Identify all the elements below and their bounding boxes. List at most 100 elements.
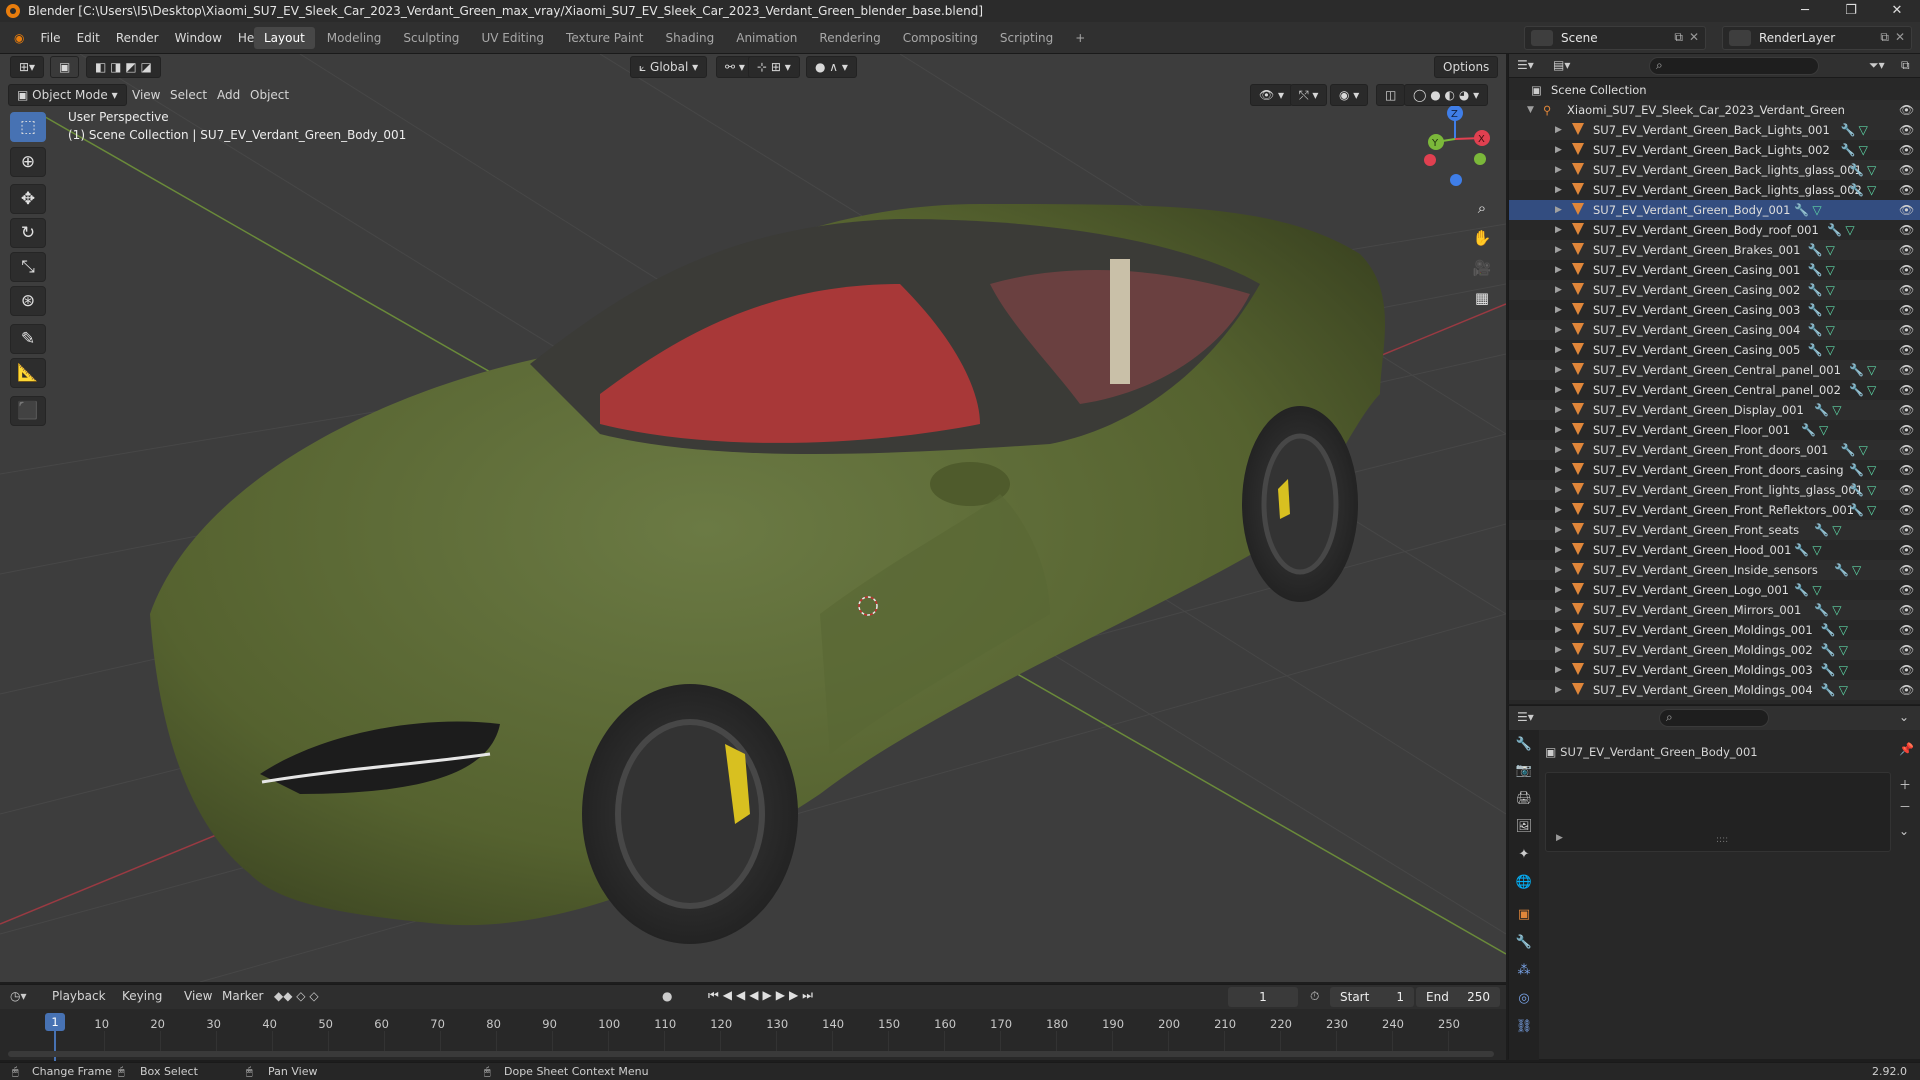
mesh-data-icon[interactable]: ▽ xyxy=(1845,220,1854,240)
transform-tool[interactable]: ⊛ xyxy=(10,286,46,316)
outliner-item[interactable]: ▶ SU7_EV_Verdant_Green_Casing_002 🔧 ▽ 👁 xyxy=(1509,280,1920,300)
expand-triangle-icon[interactable]: ▶ xyxy=(1555,600,1562,620)
remove-slot-button[interactable]: － xyxy=(1899,798,1911,815)
physics-tab-icon[interactable]: ◎ xyxy=(1513,988,1535,1010)
mesh-data-icon[interactable]: ▽ xyxy=(1859,440,1868,460)
outliner-item[interactable]: ▶ SU7_EV_Verdant_Green_Moldings_001 🔧 ▽ 👁 xyxy=(1509,620,1920,640)
modifier-icon[interactable]: 🔧 xyxy=(1849,160,1864,180)
outliner-item[interactable]: ▶ SU7_EV_Verdant_Green_Casing_001 🔧 ▽ 👁 xyxy=(1509,260,1920,280)
expand-triangle-icon[interactable]: ▶ xyxy=(1555,480,1562,500)
workspace-tab-rendering[interactable]: Rendering xyxy=(809,27,890,49)
expand-triangle-icon[interactable]: ▶ xyxy=(1555,440,1562,460)
menu-window[interactable]: Window xyxy=(167,22,230,54)
expand-triangle-icon[interactable]: ▶ xyxy=(1555,360,1562,380)
eye-icon[interactable]: 👁 xyxy=(1899,520,1914,540)
modifier-icon[interactable]: 🔧 xyxy=(1849,380,1864,400)
world-tab-icon[interactable]: 🌐 xyxy=(1513,872,1535,894)
eye-icon[interactable]: 👁 xyxy=(1899,300,1914,320)
mesh-data-icon[interactable]: ▽ xyxy=(1867,160,1876,180)
mesh-data-icon[interactable]: ▽ xyxy=(1839,660,1848,680)
outliner-item[interactable]: ▶ SU7_EV_Verdant_Green_Back_lights_glass_… xyxy=(1509,180,1920,200)
outliner-search-input[interactable]: ⌕ xyxy=(1649,57,1819,75)
properties-editor-type-icon[interactable]: ☰▾ xyxy=(1517,710,1534,724)
expand-triangle-icon[interactable]: ▶ xyxy=(1555,160,1562,180)
eye-icon[interactable]: 👁 xyxy=(1899,160,1914,180)
mesh-data-icon[interactable]: ▽ xyxy=(1812,580,1821,600)
workspace-tab-uv-editing[interactable]: UV Editing xyxy=(471,27,554,49)
delete-scene-icon[interactable]: ✕ xyxy=(1689,30,1699,44)
new-scene-icon[interactable]: ⧉ xyxy=(1674,30,1683,45)
mesh-data-icon[interactable]: ▽ xyxy=(1867,460,1876,480)
mesh-data-icon[interactable]: ▽ xyxy=(1832,600,1841,620)
playhead[interactable]: 1 xyxy=(45,1013,65,1031)
eye-icon[interactable]: 👁 xyxy=(1899,360,1914,380)
menu-edit[interactable]: Edit xyxy=(69,22,108,54)
outliner-item[interactable]: ▶ SU7_EV_Verdant_Green_Moldings_004 🔧 ▽ 👁 xyxy=(1509,680,1920,700)
chevron-down-icon[interactable]: ⌄ xyxy=(1899,710,1909,724)
viewport-menu-select[interactable]: Select xyxy=(170,84,207,106)
cursor-tool[interactable]: ⊕ xyxy=(10,147,46,177)
annotate-tool[interactable]: ✎ xyxy=(10,324,46,354)
modifier-icon[interactable]: 🔧 xyxy=(1794,540,1809,560)
modifier-icon[interactable]: 🔧 xyxy=(1849,480,1864,500)
resize-handle-icon[interactable]: :::: xyxy=(1716,835,1728,845)
workspace-tab-animation[interactable]: Animation xyxy=(726,27,807,49)
expand-triangle-icon[interactable]: ▶ xyxy=(1555,300,1562,320)
mesh-data-icon[interactable]: ▽ xyxy=(1867,500,1876,520)
modifier-icon[interactable]: 🔧 xyxy=(1849,360,1864,380)
expand-triangle-icon[interactable]: ▶ xyxy=(1555,280,1562,300)
shading-modes[interactable]: ◯ ● ◐ ◕ ▾ xyxy=(1404,84,1489,106)
collapse-triangle-icon[interactable]: ▼ xyxy=(1527,100,1534,120)
modifier-icon[interactable]: 🔧 xyxy=(1794,200,1809,220)
keyframe-buttons[interactable]: ◆◆ ◇ ◇ xyxy=(274,989,319,1003)
outliner-item[interactable]: ▶ SU7_EV_Verdant_Green_Casing_004 🔧 ▽ 👁 xyxy=(1509,320,1920,340)
outliner-item[interactable]: ▶ SU7_EV_Verdant_Green_Brakes_001 🔧 ▽ 👁 xyxy=(1509,240,1920,260)
mesh-data-icon[interactable]: ▽ xyxy=(1859,120,1868,140)
outliner-item[interactable]: ▶ SU7_EV_Verdant_Green_Floor_001 🔧 ▽ 👁 xyxy=(1509,420,1920,440)
tool-tab-icon[interactable]: 🔧 xyxy=(1513,734,1535,756)
outliner-item[interactable]: ▶ SU7_EV_Verdant_Green_Front_Reflektors_0… xyxy=(1509,500,1920,520)
expand-triangle-icon[interactable]: ▶ xyxy=(1555,340,1562,360)
modifier-icon[interactable]: 🔧 xyxy=(1814,520,1829,540)
workspace-tab-layout[interactable]: Layout xyxy=(254,27,315,49)
modifier-icon[interactable]: 🔧 xyxy=(1834,560,1849,580)
outliner-item[interactable]: ▶ SU7_EV_Verdant_Green_Central_panel_001 🔧… xyxy=(1509,360,1920,380)
mesh-data-icon[interactable]: ▽ xyxy=(1812,540,1821,560)
outliner-item[interactable]: ▶ SU7_EV_Verdant_Green_Front_lights_glass… xyxy=(1509,480,1920,500)
eye-icon[interactable]: 👁 xyxy=(1899,340,1914,360)
blender-menu-icon[interactable]: ◉ xyxy=(6,22,32,54)
outliner-item[interactable]: ▶ SU7_EV_Verdant_Green_Central_panel_002 🔧… xyxy=(1509,380,1920,400)
mesh-data-icon[interactable]: ▽ xyxy=(1867,360,1876,380)
mesh-data-icon[interactable]: ▽ xyxy=(1852,560,1861,580)
eye-icon[interactable]: 👁 xyxy=(1899,600,1914,620)
modifier-icon[interactable]: 🔧 xyxy=(1794,580,1809,600)
timeline-editor-type-icon[interactable]: ◷▾ xyxy=(10,989,27,1003)
modifier-icon[interactable]: 🔧 xyxy=(1821,660,1836,680)
eye-icon[interactable]: 👁 xyxy=(1899,420,1914,440)
eye-icon[interactable]: 👁 xyxy=(1899,380,1914,400)
expand-triangle-icon[interactable]: ▶ xyxy=(1555,580,1562,600)
zoom-icon[interactable]: ⌕ xyxy=(1468,194,1496,222)
workspace-tab-shading[interactable]: Shading xyxy=(655,27,724,49)
record-button[interactable]: ● xyxy=(662,989,672,1003)
workspace-tab-scripting[interactable]: Scripting xyxy=(990,27,1063,49)
viewport-menu-add[interactable]: Add xyxy=(217,84,240,106)
modifier-icon[interactable]: 🔧 xyxy=(1808,240,1823,260)
modifier-icon[interactable]: 🔧 xyxy=(1821,620,1836,640)
mesh-data-icon[interactable]: ▽ xyxy=(1826,300,1835,320)
modifier-icon[interactable]: 🔧 xyxy=(1808,260,1823,280)
mesh-data-icon[interactable]: ▽ xyxy=(1839,620,1848,640)
gizmo-toggle[interactable]: ⤲ ▾ xyxy=(1290,84,1328,106)
render-tab-icon[interactable]: 📷 xyxy=(1513,760,1535,782)
snap-toggle[interactable]: ⊹ ⊞ ▾ xyxy=(748,56,800,78)
transform-orientation-dropdown[interactable]: ⟀ Global ▾ xyxy=(630,56,708,78)
new-layer-icon[interactable]: ⧉ xyxy=(1880,30,1889,45)
expand-triangle-icon[interactable]: ▶ xyxy=(1555,120,1562,140)
eye-icon[interactable]: 👁 xyxy=(1899,320,1914,340)
view-layer-tab-icon[interactable]: 🖼 xyxy=(1513,816,1535,838)
eye-icon[interactable]: 👁 xyxy=(1899,680,1914,700)
outliner-item[interactable]: ▶ SU7_EV_Verdant_Green_Casing_003 🔧 ▽ 👁 xyxy=(1509,300,1920,320)
current-frame-field[interactable]: 1 xyxy=(1228,987,1298,1007)
eye-icon[interactable]: 👁 xyxy=(1899,100,1914,120)
modifier-icon[interactable]: 🔧 xyxy=(1801,420,1816,440)
